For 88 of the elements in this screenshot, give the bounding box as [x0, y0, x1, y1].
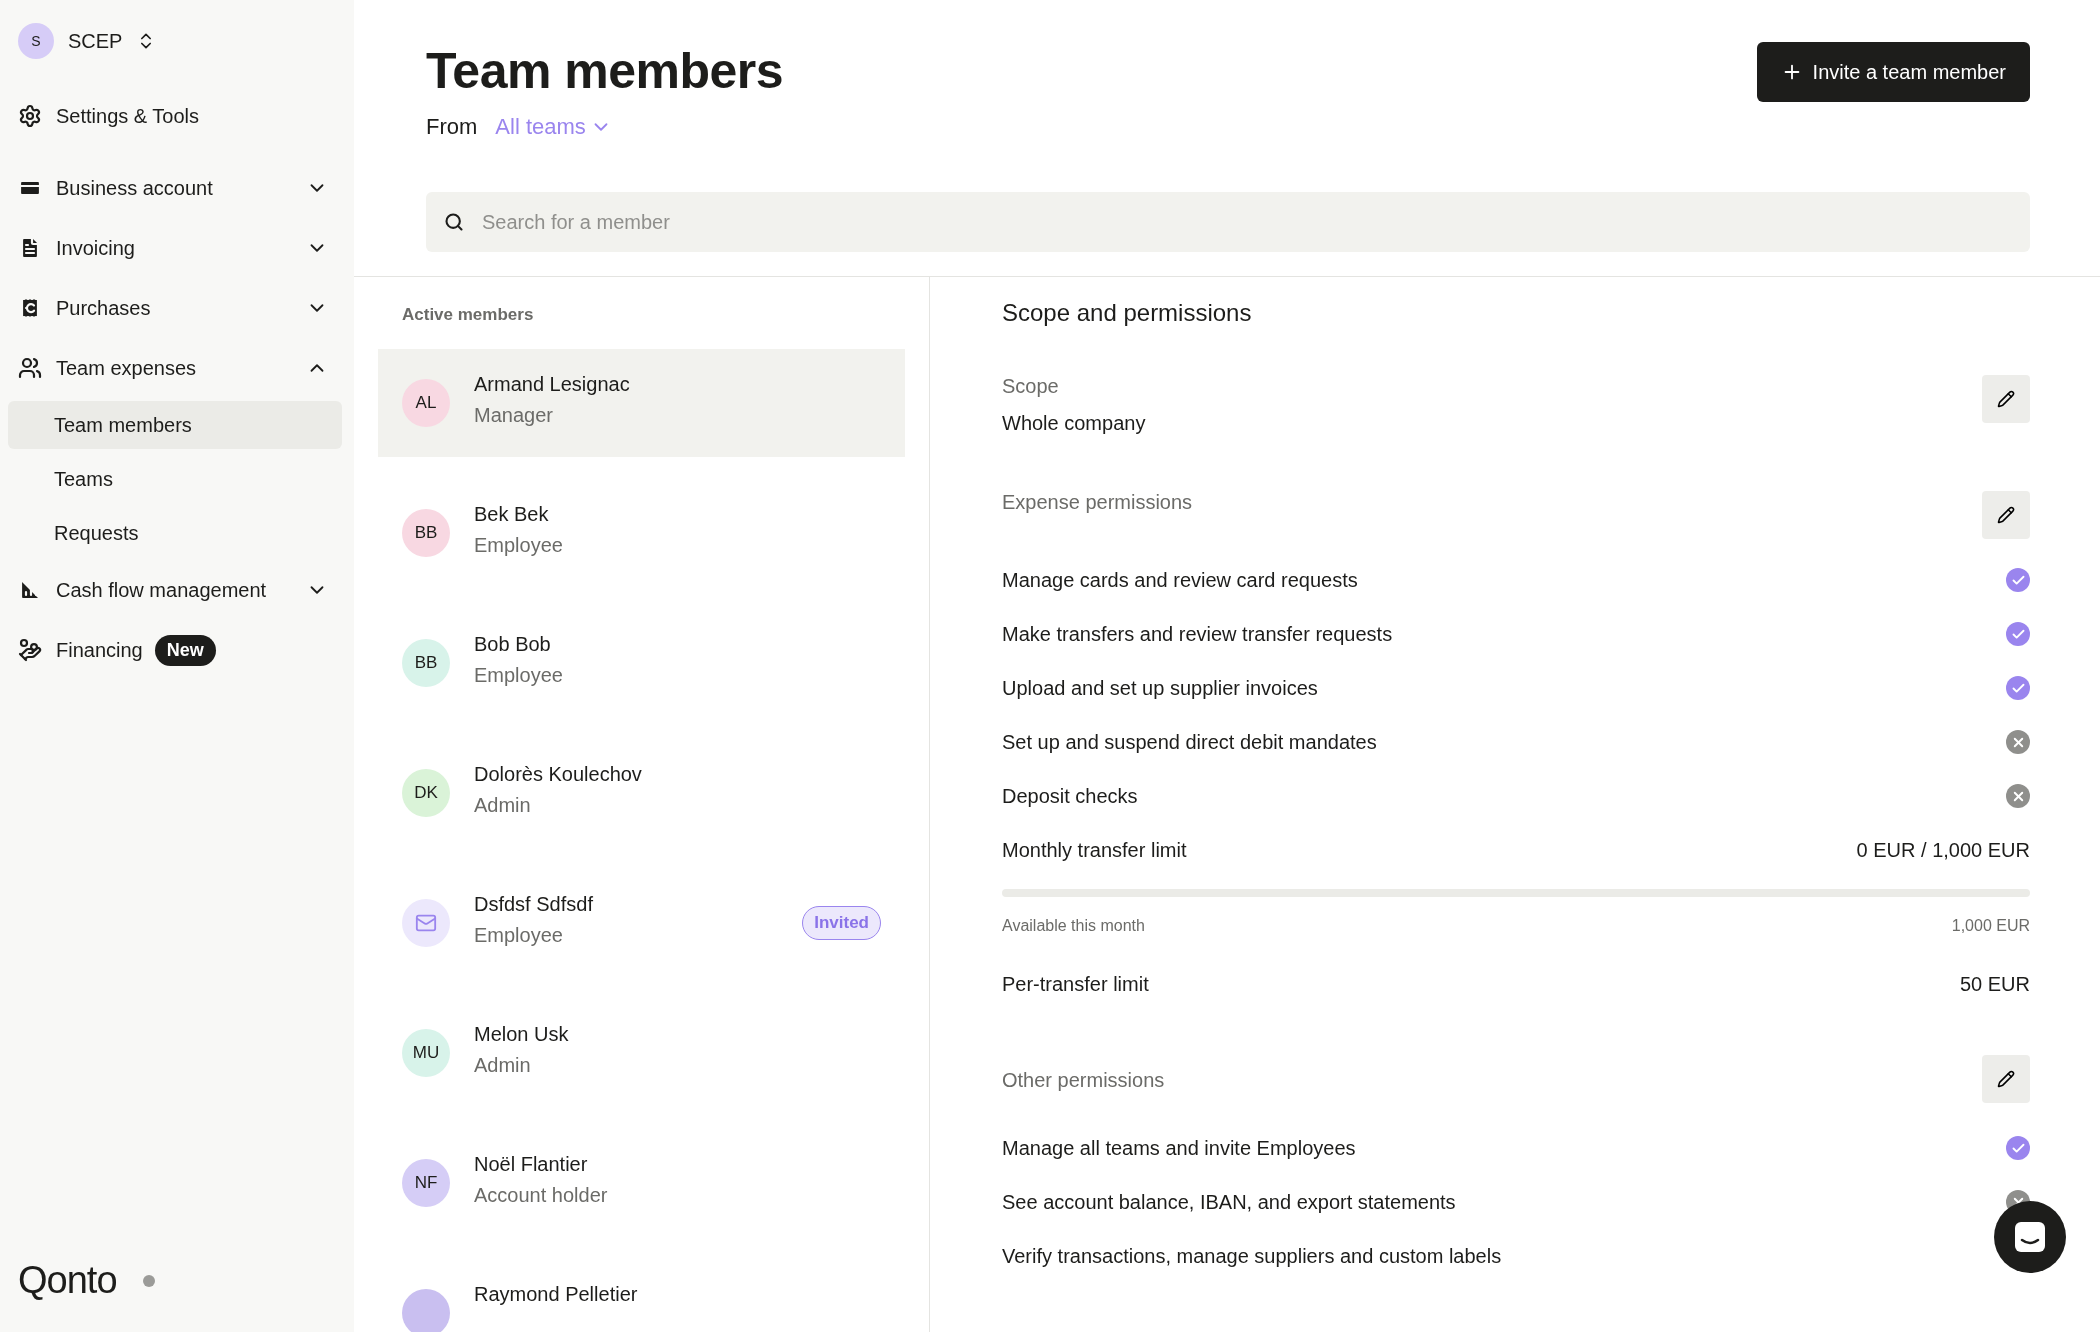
section-title: Scope and permissions	[1002, 299, 1253, 327]
nav-label: Settings & Tools	[56, 104, 200, 128]
search-field[interactable]: Search for a member	[426, 192, 2030, 252]
member-role: Account holder	[474, 1184, 609, 1207]
limit-value: 0 EUR / 1,000 EUR	[1856, 838, 2030, 862]
page-title: Team members	[426, 42, 784, 100]
member-name: Noël Flantier	[474, 1153, 589, 1176]
status-dot	[142, 1274, 155, 1287]
nav-label: Cash flow management	[56, 578, 267, 602]
invited-badge: Invited	[802, 906, 881, 940]
member-role: Employee	[474, 664, 564, 687]
member-role: Admin	[474, 1054, 532, 1077]
permission-label: Upload and set up supplier invoices	[1002, 676, 1318, 700]
permission-label: See account balance, IBAN, and export statements	[1002, 1190, 1456, 1214]
search-icon	[444, 212, 464, 232]
new-badge: New	[154, 634, 216, 666]
limit-label: Per-transfer limit	[1002, 972, 1149, 996]
permission-label: Verify transactions, manage suppliers and custom labels	[1002, 1244, 1502, 1268]
pencil-icon	[1997, 1070, 2015, 1088]
member-row[interactable]: BB Bob Bob Employee	[378, 609, 905, 717]
member-role: Employee	[474, 534, 564, 557]
member-avatar: BB	[402, 639, 450, 687]
member-avatar: BB	[402, 509, 450, 557]
member-name: Armand Lesignac	[474, 373, 631, 396]
nav-item[interactable]: Team expenses	[8, 338, 342, 398]
nav-item[interactable]: Financing New	[8, 620, 342, 680]
member-row[interactable]: BB Bek Bek Employee	[378, 479, 905, 587]
member-row[interactable]: NF Noël Flantier Account holder	[378, 1129, 905, 1237]
nav-subitem[interactable]: Teams	[8, 455, 342, 503]
nav-item[interactable]: Purchases	[8, 278, 342, 338]
nav-item[interactable]: Invoicing	[8, 218, 342, 278]
chat-icon	[2013, 1220, 2047, 1254]
settings-icon	[18, 104, 42, 128]
nav-item[interactable]: Settings & Tools	[8, 86, 342, 146]
invite-button[interactable]: Invite a team member	[1756, 42, 2030, 102]
search-input[interactable]: Search for a member	[480, 209, 2012, 235]
member-avatar: AL	[402, 379, 450, 427]
organization-switcher[interactable]: S SCEP	[8, 18, 342, 64]
available-label: Available this month	[1002, 917, 1145, 935]
nav-label: Business account	[56, 176, 213, 200]
people-icon	[18, 356, 42, 380]
edit-button[interactable]	[1982, 1055, 2030, 1103]
permission-label: Manage cards and review card requests	[1002, 568, 1358, 592]
nav-item[interactable]: Business account	[8, 158, 342, 218]
member-role: Employee	[474, 924, 564, 947]
member-name: Melon Usk	[474, 1023, 570, 1046]
pencil-icon	[1997, 390, 2015, 408]
nav-label: Team expenses	[56, 356, 197, 380]
edit-button[interactable]	[1982, 375, 2030, 423]
member-name: Dolorès Koulechov	[474, 763, 643, 786]
permission-label: Set up and suspend direct debit mandates	[1002, 730, 1377, 754]
member-name: Bob Bob	[474, 633, 552, 656]
member-avatar: NF	[402, 1159, 450, 1207]
organization-avatar: S	[18, 23, 54, 59]
member-role: Manager	[474, 404, 554, 427]
from-label: From	[426, 114, 478, 140]
member-avatar: DK	[402, 769, 450, 817]
member-name: Bek Bek	[474, 503, 550, 526]
scope-label: Scope	[1002, 375, 1060, 398]
pencil-icon	[1997, 506, 2015, 524]
nav-subitem[interactable]: Requests	[8, 509, 342, 557]
nav-label: Financing	[56, 638, 143, 662]
member-row[interactable]: Raymond Pelletier	[378, 1259, 905, 1332]
list-heading: Active members	[401, 305, 535, 325]
organization-name: SCEP	[68, 29, 123, 53]
permission-label: Manage all teams and invite Employees	[1002, 1136, 1356, 1160]
permission-label: Deposit checks	[1002, 784, 1138, 808]
nav-label: Invoicing	[56, 236, 135, 260]
edit-button[interactable]	[1982, 491, 2030, 539]
member-role: Admin	[474, 794, 532, 817]
member-row[interactable]: DK Dolorès Koulechov Admin	[378, 739, 905, 847]
logo: Qonto	[18, 1259, 117, 1302]
nav-label: Purchases	[56, 296, 151, 320]
member-avatar: MU	[402, 1029, 450, 1077]
section-label: Other permissions	[1002, 1069, 1165, 1092]
member-row[interactable]: AL Armand Lesignac Manager	[378, 349, 905, 457]
permission-label: Make transfers and review transfer requests	[1002, 622, 1393, 646]
member-name: Dsfdsf Sdfsdf	[474, 893, 594, 916]
scope-value: Whole company	[1002, 412, 1146, 435]
section-label: Expense permissions	[1002, 491, 1193, 514]
nav-subitem[interactable]: Team members	[8, 401, 342, 449]
member-row[interactable]: MU Melon Usk Admin	[378, 999, 905, 1107]
member-name: Raymond Pelletier	[474, 1283, 639, 1306]
limit-label: Monthly transfer limit	[1002, 838, 1187, 862]
member-row[interactable]: Dsfdsf Sdfsdf Employee Invited	[378, 869, 905, 977]
available-value: 1,000 EUR	[1951, 917, 2030, 935]
nav-item[interactable]: Cash flow management	[8, 560, 342, 620]
limit-value: 50 EUR	[1959, 972, 2030, 996]
